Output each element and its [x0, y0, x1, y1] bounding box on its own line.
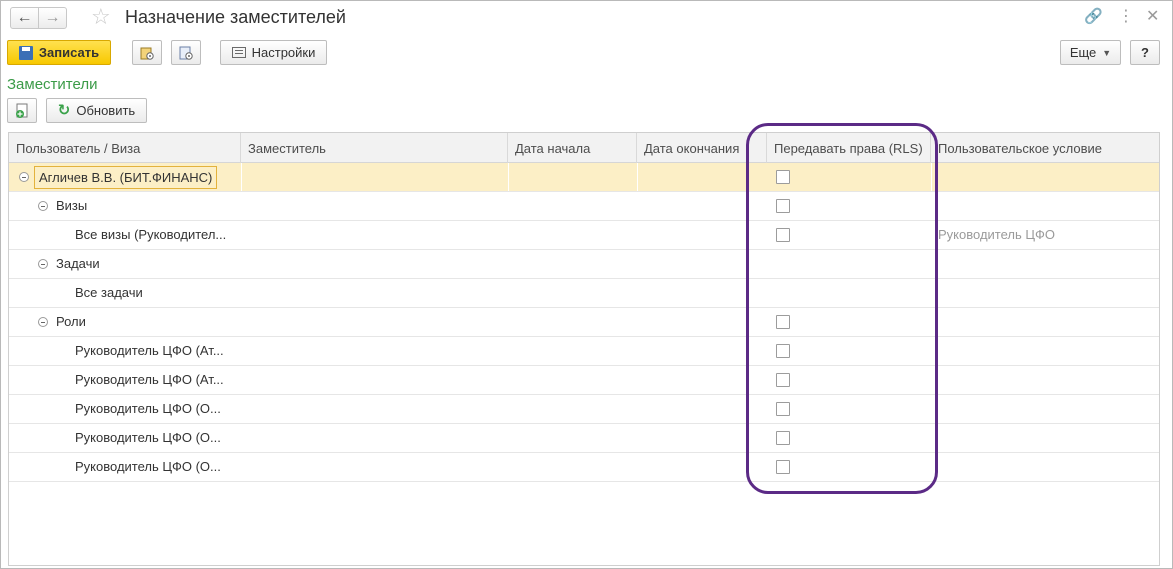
- column-header-start-date[interactable]: Дата начала: [508, 133, 637, 163]
- table-row[interactable]: Руководитель ЦФО (Ат...: [9, 366, 1159, 395]
- page-title: Назначение заместителей: [125, 7, 346, 27]
- settings-button-label: Настройки: [251, 45, 316, 60]
- substitutes-table[interactable]: Пользователь / Виза Заместитель Дата нач…: [8, 132, 1160, 566]
- row-label: Все задачи: [75, 285, 143, 300]
- column-header-end-date[interactable]: Дата окончания: [637, 133, 767, 163]
- rls-checkbox[interactable]: [776, 373, 790, 387]
- star-icon[interactable]: ☆: [91, 6, 111, 28]
- rls-checkbox[interactable]: [776, 431, 790, 445]
- back-arrow-icon: ←: [16, 9, 33, 26]
- column-header-substitute[interactable]: Заместитель: [241, 133, 508, 163]
- close-icon[interactable]: ✕: [1146, 9, 1159, 25]
- save-icon: [18, 45, 33, 60]
- refresh-button[interactable]: ↻ Обновить: [46, 98, 147, 123]
- table-row[interactable]: Задачи: [9, 250, 1159, 279]
- rls-checkbox[interactable]: [776, 344, 790, 358]
- chevron-down-icon: ▼: [1102, 47, 1112, 58]
- collapse-icon[interactable]: [38, 201, 48, 211]
- rls-checkbox[interactable]: [776, 315, 790, 329]
- structure-button[interactable]: [171, 40, 201, 65]
- row-label: Руководитель ЦФО (О...: [75, 459, 221, 474]
- rls-checkbox[interactable]: [776, 170, 790, 184]
- rls-checkbox[interactable]: [776, 199, 790, 213]
- row-label: Задачи: [56, 256, 100, 271]
- column-header-user[interactable]: Пользователь / Виза: [9, 133, 241, 163]
- table-row[interactable]: Визы: [9, 192, 1159, 221]
- forward-button[interactable]: →: [38, 7, 67, 29]
- more-button[interactable]: Еще ▼: [1060, 40, 1121, 65]
- collapse-icon[interactable]: [38, 259, 48, 269]
- row-label: Руководитель ЦФО (О...: [75, 401, 221, 416]
- back-button[interactable]: ←: [10, 7, 39, 29]
- rls-checkbox[interactable]: [776, 228, 790, 242]
- column-header-condition[interactable]: Пользовательское условие: [931, 133, 1161, 163]
- add-icon: [16, 103, 28, 118]
- help-button[interactable]: ?: [1130, 40, 1160, 65]
- row-label: Руководитель ЦФО (Ат...: [75, 372, 224, 387]
- rls-checkbox[interactable]: [776, 402, 790, 416]
- link-icon[interactable]: 🔗: [1084, 9, 1103, 24]
- column-header-rls[interactable]: Передавать права (RLS): [767, 133, 931, 163]
- report-button[interactable]: [132, 40, 162, 65]
- save-button-label: Записать: [38, 45, 100, 60]
- table-row[interactable]: Руководитель ЦФО (О...: [9, 395, 1159, 424]
- table-row[interactable]: Роли: [9, 308, 1159, 337]
- refresh-icon: ↻: [57, 102, 71, 119]
- refresh-button-label: Обновить: [76, 103, 136, 118]
- collapse-icon[interactable]: [19, 172, 29, 182]
- table-row[interactable]: Все задачи: [9, 279, 1159, 308]
- more-vert-icon[interactable]: ⋮: [1118, 9, 1134, 25]
- table-header: Пользователь / Виза Заместитель Дата нач…: [9, 133, 1159, 163]
- add-button[interactable]: [7, 98, 37, 123]
- forward-arrow-icon: →: [44, 9, 61, 26]
- row-label: Визы: [56, 198, 88, 213]
- report-settings-icon: [140, 47, 154, 60]
- row-label: Руководитель ЦФО (Ат...: [75, 343, 224, 358]
- table-row[interactable]: Руководитель ЦФО (Ат...: [9, 337, 1159, 366]
- table-row[interactable]: Руководитель ЦФО (О...: [9, 424, 1159, 453]
- save-button[interactable]: Записать: [7, 40, 111, 65]
- collapse-icon[interactable]: [38, 317, 48, 327]
- rls-checkbox[interactable]: [776, 460, 790, 474]
- table-row[interactable]: Все визы (Руководител... Руководитель ЦФ…: [9, 221, 1159, 250]
- settings-button[interactable]: Настройки: [220, 40, 327, 65]
- row-label: Агличев В.В. (БИТ.ФИНАНС): [34, 166, 218, 189]
- structure-settings-icon: [179, 46, 193, 60]
- row-label: Руководитель ЦФО (О...: [75, 430, 221, 445]
- table-row[interactable]: Руководитель ЦФО (О...: [9, 453, 1159, 482]
- help-button-label: ?: [1141, 45, 1149, 60]
- settings-icon: [231, 47, 246, 58]
- table-row[interactable]: Агличев В.В. (БИТ.ФИНАНС): [9, 163, 1159, 192]
- more-button-label: Еще: [1069, 45, 1097, 60]
- row-label: Роли: [56, 314, 86, 329]
- condition-cell[interactable]: Руководитель ЦФО: [938, 221, 1055, 249]
- row-label: Все визы (Руководител...: [75, 227, 227, 242]
- section-title: Заместители: [7, 76, 98, 93]
